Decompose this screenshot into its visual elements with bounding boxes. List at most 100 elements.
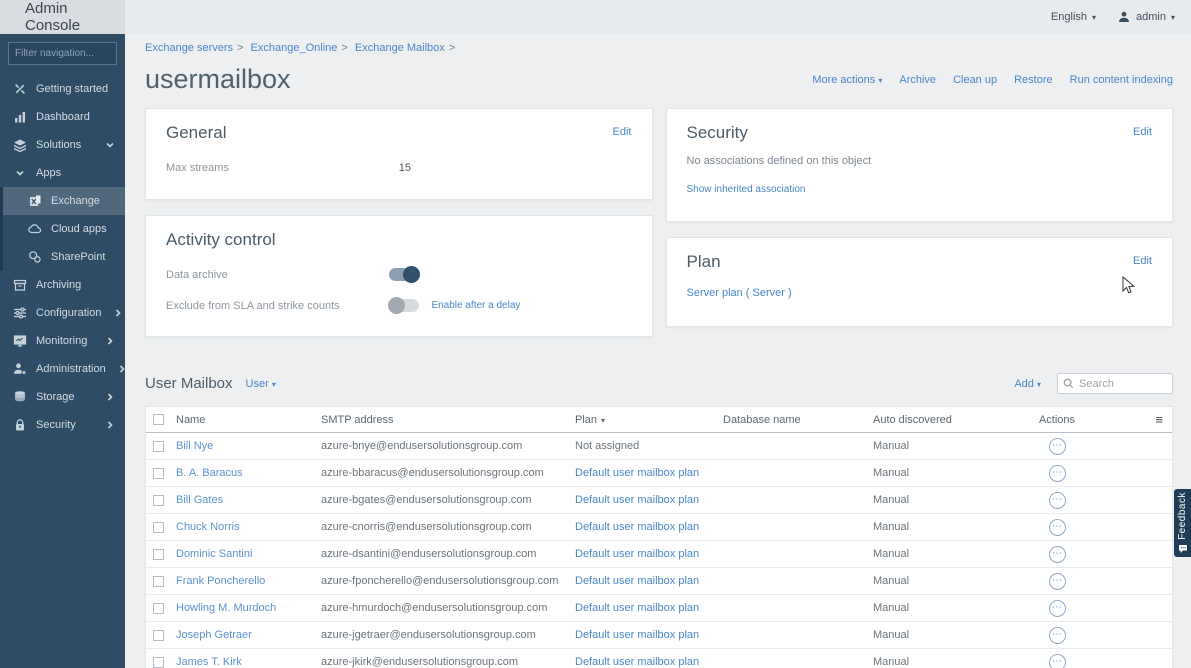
auto-discovered: Manual <box>873 494 1027 506</box>
smtp-address: azure-jkirk@endusersolutionsgroup.com <box>321 656 575 668</box>
restore-button[interactable]: Restore <box>1014 74 1053 86</box>
select-all-checkbox[interactable] <box>153 414 164 425</box>
mailbox-name-link[interactable]: B. A. Baracus <box>176 467 243 479</box>
column-header-auto[interactable]: Auto discovered <box>873 414 1027 426</box>
language-dropdown[interactable]: English ▾ <box>1051 11 1096 23</box>
sidebar-item-label: Cloud apps <box>51 223 107 235</box>
auto-discovered: Manual <box>873 629 1027 641</box>
column-header-database[interactable]: Database name <box>723 414 873 426</box>
row-actions-button[interactable]: ⋯ <box>1049 465 1066 482</box>
sidebar-item-administration[interactable]: Administration <box>0 355 125 383</box>
feedback-tab[interactable]: Feedback <box>1174 489 1191 557</box>
plan-link[interactable]: Default user mailbox plan <box>575 575 699 587</box>
mailbox-name-link[interactable]: Joseph Getraer <box>176 629 252 641</box>
plan-card: Plan Edit Server plan ( Server ) <box>666 237 1174 327</box>
mailbox-name-link[interactable]: Bill Nye <box>176 440 213 452</box>
row-checkbox[interactable] <box>153 549 164 560</box>
plan-link[interactable]: Default user mailbox plan <box>575 494 699 506</box>
user-menu[interactable]: admin ▾ <box>1116 10 1175 24</box>
plan-link[interactable]: Default user mailbox plan <box>575 467 699 479</box>
column-settings-menu-icon[interactable]: ≡ <box>1155 412 1172 427</box>
sidebar-item-getting-started[interactable]: Getting started <box>0 75 125 103</box>
mailbox-name-link[interactable]: Chuck Norris <box>176 521 240 533</box>
breadcrumb-separator: > <box>237 42 243 54</box>
sidebar-item-cloud-apps[interactable]: Cloud apps <box>3 215 125 243</box>
table-row: Chuck Norris azure-cnorris@endusersoluti… <box>146 514 1172 541</box>
row-checkbox[interactable] <box>153 630 164 641</box>
data-archive-toggle[interactable] <box>389 268 419 281</box>
row-checkbox[interactable] <box>153 522 164 533</box>
add-button[interactable]: Add ▾ <box>1014 378 1041 390</box>
row-checkbox[interactable] <box>153 468 164 479</box>
sidebar-item-dashboard[interactable]: Dashboard <box>0 103 125 131</box>
mailbox-name-link[interactable]: Frank Poncherello <box>176 575 265 587</box>
row-actions-button[interactable]: ⋯ <box>1049 600 1066 617</box>
security-edit-link[interactable]: Edit <box>1133 126 1152 138</box>
sidebar-item-security[interactable]: Security <box>0 411 125 439</box>
plan-link[interactable]: Default user mailbox plan <box>575 548 699 560</box>
breadcrumb-link-exchange-mailbox[interactable]: Exchange Mailbox <box>355 42 445 54</box>
sidebar-item-apps[interactable]: Apps <box>0 159 125 187</box>
exclude-sla-toggle[interactable] <box>389 299 419 312</box>
plan-link[interactable]: Default user mailbox plan <box>575 629 699 641</box>
sidebar-item-monitoring[interactable]: Monitoring <box>0 327 125 355</box>
row-actions-button[interactable]: ⋯ <box>1049 519 1066 536</box>
sidebar-item-exchange[interactable]: Exchange <box>3 187 125 215</box>
smtp-address: azure-hmurdoch@endusersolutionsgroup.com <box>321 602 575 614</box>
column-header-name[interactable]: Name <box>176 414 321 426</box>
more-actions-button[interactable]: More actions ▾ <box>812 74 882 86</box>
sidebar-item-archiving[interactable]: Archiving <box>0 271 125 299</box>
row-checkbox[interactable] <box>153 603 164 614</box>
filter-navigation-input[interactable] <box>8 42 117 65</box>
plan-link[interactable]: Default user mailbox plan <box>575 602 699 614</box>
plan-edit-link[interactable]: Edit <box>1133 255 1152 267</box>
plan-link[interactable]: Default user mailbox plan <box>575 521 699 533</box>
mailbox-name-link[interactable]: Dominic Santini <box>176 548 252 560</box>
user-type-filter-dropdown[interactable]: User ▾ <box>246 378 276 390</box>
breadcrumb-link-exchange-servers[interactable]: Exchange servers <box>145 42 233 54</box>
sidebar-item-storage[interactable]: Storage <box>0 383 125 411</box>
table-title: User Mailbox <box>145 375 233 392</box>
column-header-plan[interactable]: Plan▾ <box>575 414 723 426</box>
chevron-down-icon <box>102 138 117 152</box>
table-row: Howling M. Murdoch azure-hmurdoch@enduse… <box>146 595 1172 622</box>
chevron-down-icon: ▾ <box>1037 380 1041 389</box>
sidebar-item-label: Storage <box>36 391 75 403</box>
row-actions-button[interactable]: ⋯ <box>1049 654 1066 668</box>
breadcrumb-link-exchange-online[interactable]: Exchange_Online <box>251 42 338 54</box>
sidebar-item-configuration[interactable]: Configuration <box>0 299 125 327</box>
search-input[interactable] <box>1079 378 1163 390</box>
run-content-indexing-button[interactable]: Run content indexing <box>1070 74 1173 86</box>
show-inherited-association-link[interactable]: Show inherited association <box>687 184 806 195</box>
mailbox-name-link[interactable]: James T. Kirk <box>176 656 242 668</box>
max-streams-value: 15 <box>399 162 411 174</box>
search-icon <box>1063 378 1074 389</box>
row-checkbox[interactable] <box>153 576 164 587</box>
sidebar-item-solutions[interactable]: Solutions <box>0 131 125 159</box>
row-checkbox[interactable] <box>153 495 164 506</box>
sidebar-item-sharepoint[interactable]: SharePoint <box>3 243 125 271</box>
row-actions-button[interactable]: ⋯ <box>1049 627 1066 644</box>
server-plan-link[interactable]: Server plan ( Server ) <box>687 287 792 299</box>
sidebar-item-label: Configuration <box>36 307 101 319</box>
archive-button[interactable]: Archive <box>899 74 936 86</box>
row-actions-button[interactable]: ⋯ <box>1049 492 1066 509</box>
row-actions-button[interactable]: ⋯ <box>1049 573 1066 590</box>
data-archive-label: Data archive <box>166 269 228 281</box>
mailbox-name-link[interactable]: Bill Gates <box>176 494 223 506</box>
column-header-smtp[interactable]: SMTP address <box>321 414 575 426</box>
activity-control-title: Activity control <box>166 230 632 250</box>
clean-up-button[interactable]: Clean up <box>953 74 997 86</box>
row-checkbox[interactable] <box>153 657 164 668</box>
enable-after-delay-link[interactable]: Enable after a delay <box>431 300 520 311</box>
general-edit-link[interactable]: Edit <box>613 126 632 138</box>
mailbox-name-link[interactable]: Howling M. Murdoch <box>176 602 276 614</box>
row-actions-button[interactable]: ⋯ <box>1049 438 1066 455</box>
plan-link[interactable]: Default user mailbox plan <box>575 656 699 668</box>
archive-icon <box>12 278 27 292</box>
sidebar-item-label: Exchange <box>51 195 100 207</box>
row-actions-button[interactable]: ⋯ <box>1049 546 1066 563</box>
security-card-title: Security <box>687 123 1153 143</box>
smtp-address: azure-bnye@endusersolutionsgroup.com <box>321 440 575 452</box>
row-checkbox[interactable] <box>153 441 164 452</box>
